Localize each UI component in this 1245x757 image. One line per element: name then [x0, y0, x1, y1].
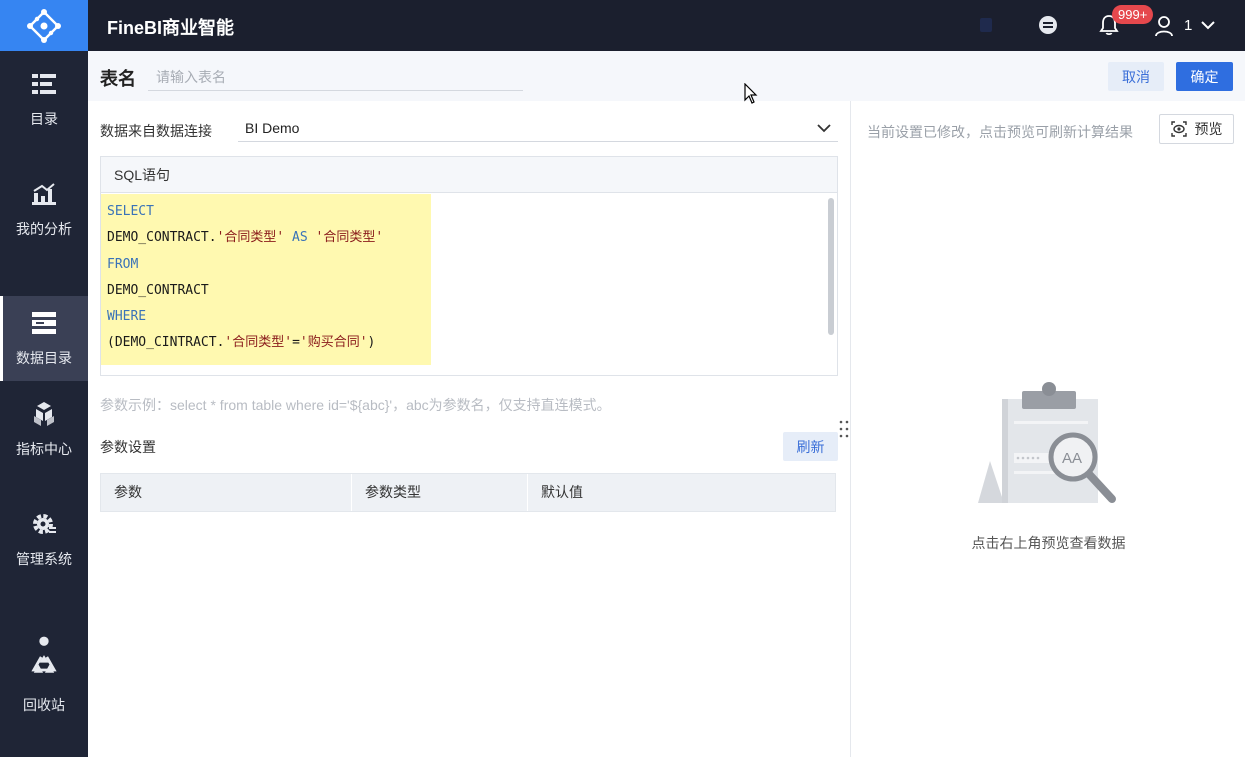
app-title: FineBI商业智能	[107, 18, 235, 38]
sql-string: '购买合同'	[299, 335, 368, 351]
sidebar-item-metrics-center[interactable]: 指标中心	[0, 387, 88, 472]
sql-code[interactable]: SELECT DEMO_CONTRACT.'合同类型' AS '合同类型' FR…	[101, 194, 431, 365]
recycle-icon	[31, 635, 57, 679]
confirm-button[interactable]: 确定	[1176, 62, 1233, 91]
sidebar-item-label: 目录	[30, 110, 58, 127]
user-name[interactable]: 1	[1184, 17, 1192, 34]
notification-badge: 999+	[1112, 5, 1154, 24]
sidebar-item-my-analysis[interactable]: 我的分析	[0, 167, 88, 252]
user-icon[interactable]	[1154, 15, 1174, 37]
code-line: DEMO_CONTRACT	[107, 281, 431, 307]
preview-eye-icon	[1170, 121, 1187, 137]
sql-token: (DEMO_CINTRACT.	[107, 335, 225, 351]
sql-editor-pane: 数据来自数据连接 BI Demo SQL语句 SELECT DEMO_CONTR…	[88, 101, 850, 757]
data-catalog-icon	[31, 310, 57, 336]
sql-token: DEMO_CONTRACT.	[107, 230, 217, 246]
cancel-button[interactable]: 取消	[1108, 62, 1164, 91]
param-settings-title: 参数设置	[100, 439, 156, 455]
table-name-bar: 表名 取消 确定	[88, 51, 1245, 101]
preview-button[interactable]: 预览	[1159, 114, 1234, 144]
catalog-icon	[31, 71, 57, 97]
param-table-header: 参数 参数类型 默认值	[100, 473, 836, 512]
sql-token: DEMO_CONTRACT	[107, 282, 209, 298]
illustration-text: AA	[1062, 450, 1082, 467]
empty-data-illustration: AA	[978, 382, 1116, 503]
table-name-input[interactable]	[148, 63, 523, 91]
sql-keyword: AS	[284, 230, 316, 246]
sidebar-item-label: 管理系统	[16, 550, 72, 567]
column-header: 参数类型	[352, 474, 528, 511]
table-name-label: 表名	[100, 69, 136, 89]
sidebar-item-label: 我的分析	[16, 220, 72, 237]
sql-string: '合同类型'	[315, 230, 384, 246]
preview-pane: 当前设置已修改，点击预览可刷新计算结果 预览 AA 点击右上角预览查看数据	[850, 101, 1245, 757]
datasource-select[interactable]: BI Demo	[238, 114, 838, 142]
sql-token: )	[367, 335, 376, 351]
analysis-icon	[31, 181, 57, 207]
top-header: FineBI商业智能 999+ 1	[88, 0, 1245, 51]
column-header: 参数	[101, 474, 352, 511]
code-line: FROM	[107, 255, 431, 281]
sql-keyword: WHERE	[107, 309, 147, 325]
help-icon[interactable]	[978, 16, 994, 34]
sql-editor[interactable]: SQL语句 SELECT DEMO_CONTRACT.'合同类型' AS '合同…	[100, 156, 838, 376]
preview-button-label: 预览	[1194, 121, 1223, 137]
sql-string: '合同类型'	[224, 335, 293, 351]
sidebar-item-management[interactable]: 管理系统	[0, 497, 88, 582]
refresh-button[interactable]: 刷新	[783, 432, 838, 461]
chevron-down-icon	[817, 124, 831, 133]
sidebar-item-catalog[interactable]: 目录	[0, 57, 88, 142]
drag-handle-icon[interactable]	[838, 419, 850, 439]
code-line: SELECT	[107, 202, 431, 228]
settings-gear-icon	[31, 511, 57, 537]
sidebar-item-label: 数据目录	[16, 349, 72, 366]
metrics-icon	[31, 401, 57, 427]
datasource-value: BI Demo	[245, 120, 300, 136]
sidebar-item-label: 回收站	[23, 697, 65, 713]
sql-keyword: FROM	[107, 256, 139, 272]
code-line: (DEMO_CINTRACT.'合同类型'='购买合同')	[107, 333, 431, 359]
sidebar: 目录 我的分析 数据目录 指标中心 管理系统 回收站	[0, 0, 88, 757]
param-hint: 参数示例：select * from table where id='${abc…	[100, 397, 611, 413]
empty-state-text: 点击右上角预览查看数据	[971, 535, 1126, 551]
code-line: DEMO_CONTRACT.'合同类型' AS '合同类型'	[107, 228, 431, 254]
preview-message: 当前设置已修改，点击预览可刷新计算结果	[867, 124, 1133, 140]
sql-header: SQL语句	[101, 157, 837, 193]
chevron-down-icon[interactable]	[1200, 17, 1216, 33]
datasource-label: 数据来自数据连接	[100, 123, 212, 139]
app-logo[interactable]	[0, 0, 88, 51]
sql-keyword: SELECT	[107, 204, 154, 219]
logo-icon	[27, 8, 61, 43]
column-header: 默认值	[541, 484, 583, 500]
code-line: WHERE	[107, 307, 431, 333]
sql-token: =	[292, 335, 300, 351]
sql-string: '合同类型'	[216, 230, 285, 246]
sidebar-item-data-catalog[interactable]: 数据目录	[0, 296, 88, 381]
sidebar-item-label: 指标中心	[16, 440, 72, 457]
sql-scrollbar[interactable]	[828, 198, 834, 335]
sidebar-item-recycle-bin[interactable]: 回收站	[0, 625, 88, 725]
theme-toggle-icon[interactable]	[1039, 16, 1057, 34]
